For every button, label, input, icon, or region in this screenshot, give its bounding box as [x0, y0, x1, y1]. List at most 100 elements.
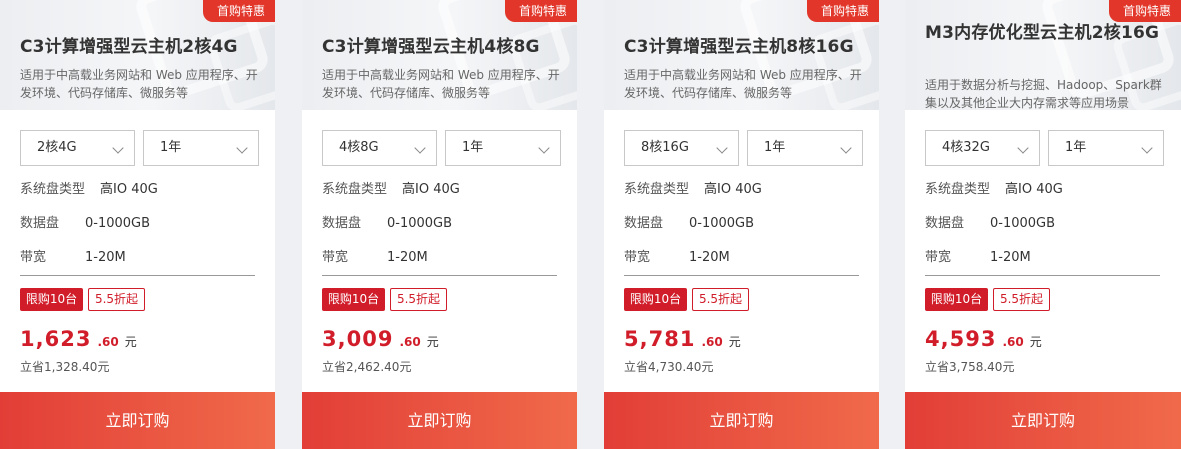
buy-now-button[interactable]: 立即订购 — [905, 392, 1181, 449]
product-cards: 首购特惠 C3计算增强型云主机2核4G 适用于中高载业务网站和 Web 应用程序… — [0, 0, 1181, 449]
spec-label: 带宽 — [322, 250, 349, 265]
limit-tag: 限购10台 — [624, 288, 687, 311]
spec-row-disk-type: 系统盘类型 高IO 40G — [925, 180, 1165, 200]
spec-row-data-disk: 数据盘 0-1000GB — [624, 214, 864, 234]
spec-value: 0-1000GB — [689, 216, 755, 231]
spec-label: 系统盘类型 — [20, 182, 86, 197]
chevron-down-icon — [236, 142, 248, 154]
duration-select-value: 1年 — [160, 140, 182, 155]
card-title: M3内存优化型云主机2核16G — [925, 23, 1160, 43]
spec-value: 1-20M — [85, 250, 126, 265]
spec-row-bandwidth: 带宽 1-20M — [624, 248, 864, 268]
price-decimal: .60 — [399, 335, 421, 349]
price-integer: 3,009 — [322, 327, 394, 351]
spec-label: 带宽 — [20, 250, 47, 265]
chevron-down-icon — [1017, 142, 1029, 154]
spec-value: 0-1000GB — [85, 216, 151, 231]
card-header: 首购特惠 M3内存优化型云主机2核16G 适用于数据分析与挖掘、Hadoop、S… — [905, 0, 1181, 110]
spec-label: 带宽 — [624, 250, 651, 265]
spec-row-data-disk: 数据盘 0-1000GB — [925, 214, 1165, 234]
spec-select-value: 4核32G — [942, 140, 990, 155]
buy-now-button[interactable]: 立即订购 — [604, 392, 879, 449]
price-integer: 5,781 — [624, 327, 696, 351]
card-description: 适用于数据分析与挖掘、Hadoop、Spark群集以及其他企业大内存需求等应用场… — [925, 78, 1162, 110]
discount-tag: 5.5折起 — [993, 288, 1050, 311]
spec-value: 高IO 40G — [1005, 182, 1063, 197]
spec-label: 系统盘类型 — [925, 182, 991, 197]
saving-text: 立省4,730.40元 — [624, 360, 714, 374]
duration-select[interactable]: 1年 — [1048, 130, 1164, 166]
chevron-down-icon — [1141, 142, 1153, 154]
chevron-down-icon — [538, 142, 550, 154]
card-description: 适用于中高载业务网站和 Web 应用程序、开发环境、代码存储库、微服务等 — [20, 68, 258, 100]
card-description: 适用于中高载业务网站和 Web 应用程序、开发环境、代码存储库、微服务等 — [322, 68, 560, 100]
buy-now-button[interactable]: 立即订购 — [302, 392, 577, 449]
price: 5,781 .60 元 — [624, 327, 741, 355]
spec-value: 0-1000GB — [387, 216, 453, 231]
saving-text: 立省1,328.40元 — [20, 360, 110, 374]
price: 3,009 .60 元 — [322, 327, 439, 355]
spec-label: 数据盘 — [322, 216, 362, 231]
spec-value: 1-20M — [990, 250, 1031, 265]
spec-label: 数据盘 — [624, 216, 664, 231]
card-title: C3计算增强型云主机2核4G — [20, 37, 238, 57]
chevron-down-icon — [112, 142, 124, 154]
spec-value: 高IO 40G — [704, 182, 762, 197]
card-title: C3计算增强型云主机8核16G — [624, 37, 854, 57]
product-card: 首购特惠 C3计算增强型云主机4核8G 适用于中高载业务网站和 Web 应用程序… — [302, 0, 577, 449]
duration-select[interactable]: 1年 — [445, 130, 561, 166]
card-header: 首购特惠 C3计算增强型云主机2核4G 适用于中高载业务网站和 Web 应用程序… — [0, 0, 275, 110]
spec-select-value: 8核16G — [641, 140, 689, 155]
spec-row-data-disk: 数据盘 0-1000GB — [322, 214, 562, 234]
divider — [624, 275, 859, 276]
spec-value: 1-20M — [387, 250, 428, 265]
buy-now-button[interactable]: 立即订购 — [0, 392, 275, 449]
spec-row-bandwidth: 带宽 1-20M — [20, 248, 260, 268]
price-unit: 元 — [426, 335, 439, 349]
spec-label: 系统盘类型 — [322, 182, 388, 197]
price-decimal: .60 — [701, 335, 723, 349]
spec-select-value: 4核8G — [339, 140, 379, 155]
spec-label: 带宽 — [925, 250, 952, 265]
limit-tag: 限购10台 — [322, 288, 385, 311]
duration-select-value: 1年 — [764, 140, 786, 155]
duration-select-value: 1年 — [1065, 140, 1087, 155]
spec-row-data-disk: 数据盘 0-1000GB — [20, 214, 260, 234]
price: 4,593 .60 元 — [925, 327, 1042, 355]
spec-row-bandwidth: 带宽 1-20M — [925, 248, 1165, 268]
promo-badge: 首购特惠 — [1108, 0, 1181, 22]
price-integer: 1,623 — [20, 327, 92, 351]
spec-select[interactable]: 4核8G — [322, 130, 437, 166]
card-title: C3计算增强型云主机4核8G — [322, 37, 540, 57]
spec-select-value: 2核4G — [37, 140, 77, 155]
spec-value: 1-20M — [689, 250, 730, 265]
product-card: 首购特惠 C3计算增强型云主机8核16G 适用于中高载业务网站和 Web 应用程… — [604, 0, 879, 449]
spec-row-disk-type: 系统盘类型 高IO 40G — [624, 180, 864, 200]
spec-value: 高IO 40G — [100, 182, 158, 197]
card-header: 首购特惠 C3计算增强型云主机4核8G 适用于中高载业务网站和 Web 应用程序… — [302, 0, 577, 110]
price-unit: 元 — [1029, 335, 1042, 349]
product-card: 首购特惠 M3内存优化型云主机2核16G 适用于数据分析与挖掘、Hadoop、S… — [905, 0, 1181, 449]
duration-select[interactable]: 1年 — [143, 130, 259, 166]
card-header: 首购特惠 C3计算增强型云主机8核16G 适用于中高载业务网站和 Web 应用程… — [604, 0, 879, 110]
card-description: 适用于中高载业务网站和 Web 应用程序、开发环境、代码存储库、微服务等 — [624, 68, 862, 100]
price: 1,623 .60 元 — [20, 327, 137, 355]
divider — [925, 275, 1160, 276]
divider — [20, 275, 255, 276]
spec-select[interactable]: 8核16G — [624, 130, 739, 166]
discount-tag: 5.5折起 — [692, 288, 749, 311]
price-unit: 元 — [728, 335, 741, 349]
spec-row-disk-type: 系统盘类型 高IO 40G — [20, 180, 260, 200]
price-decimal: .60 — [97, 335, 119, 349]
option-selects: 4核32G 1年 — [925, 130, 1165, 166]
spec-label: 数据盘 — [925, 216, 965, 231]
chevron-down-icon — [414, 142, 426, 154]
spec-select[interactable]: 4核32G — [925, 130, 1040, 166]
spec-select[interactable]: 2核4G — [20, 130, 135, 166]
promo-badge: 首购特惠 — [806, 0, 879, 22]
option-selects: 2核4G 1年 — [20, 130, 260, 166]
option-selects: 8核16G 1年 — [624, 130, 864, 166]
duration-select[interactable]: 1年 — [747, 130, 863, 166]
spec-label: 数据盘 — [20, 216, 60, 231]
discount-tag: 5.5折起 — [88, 288, 145, 311]
